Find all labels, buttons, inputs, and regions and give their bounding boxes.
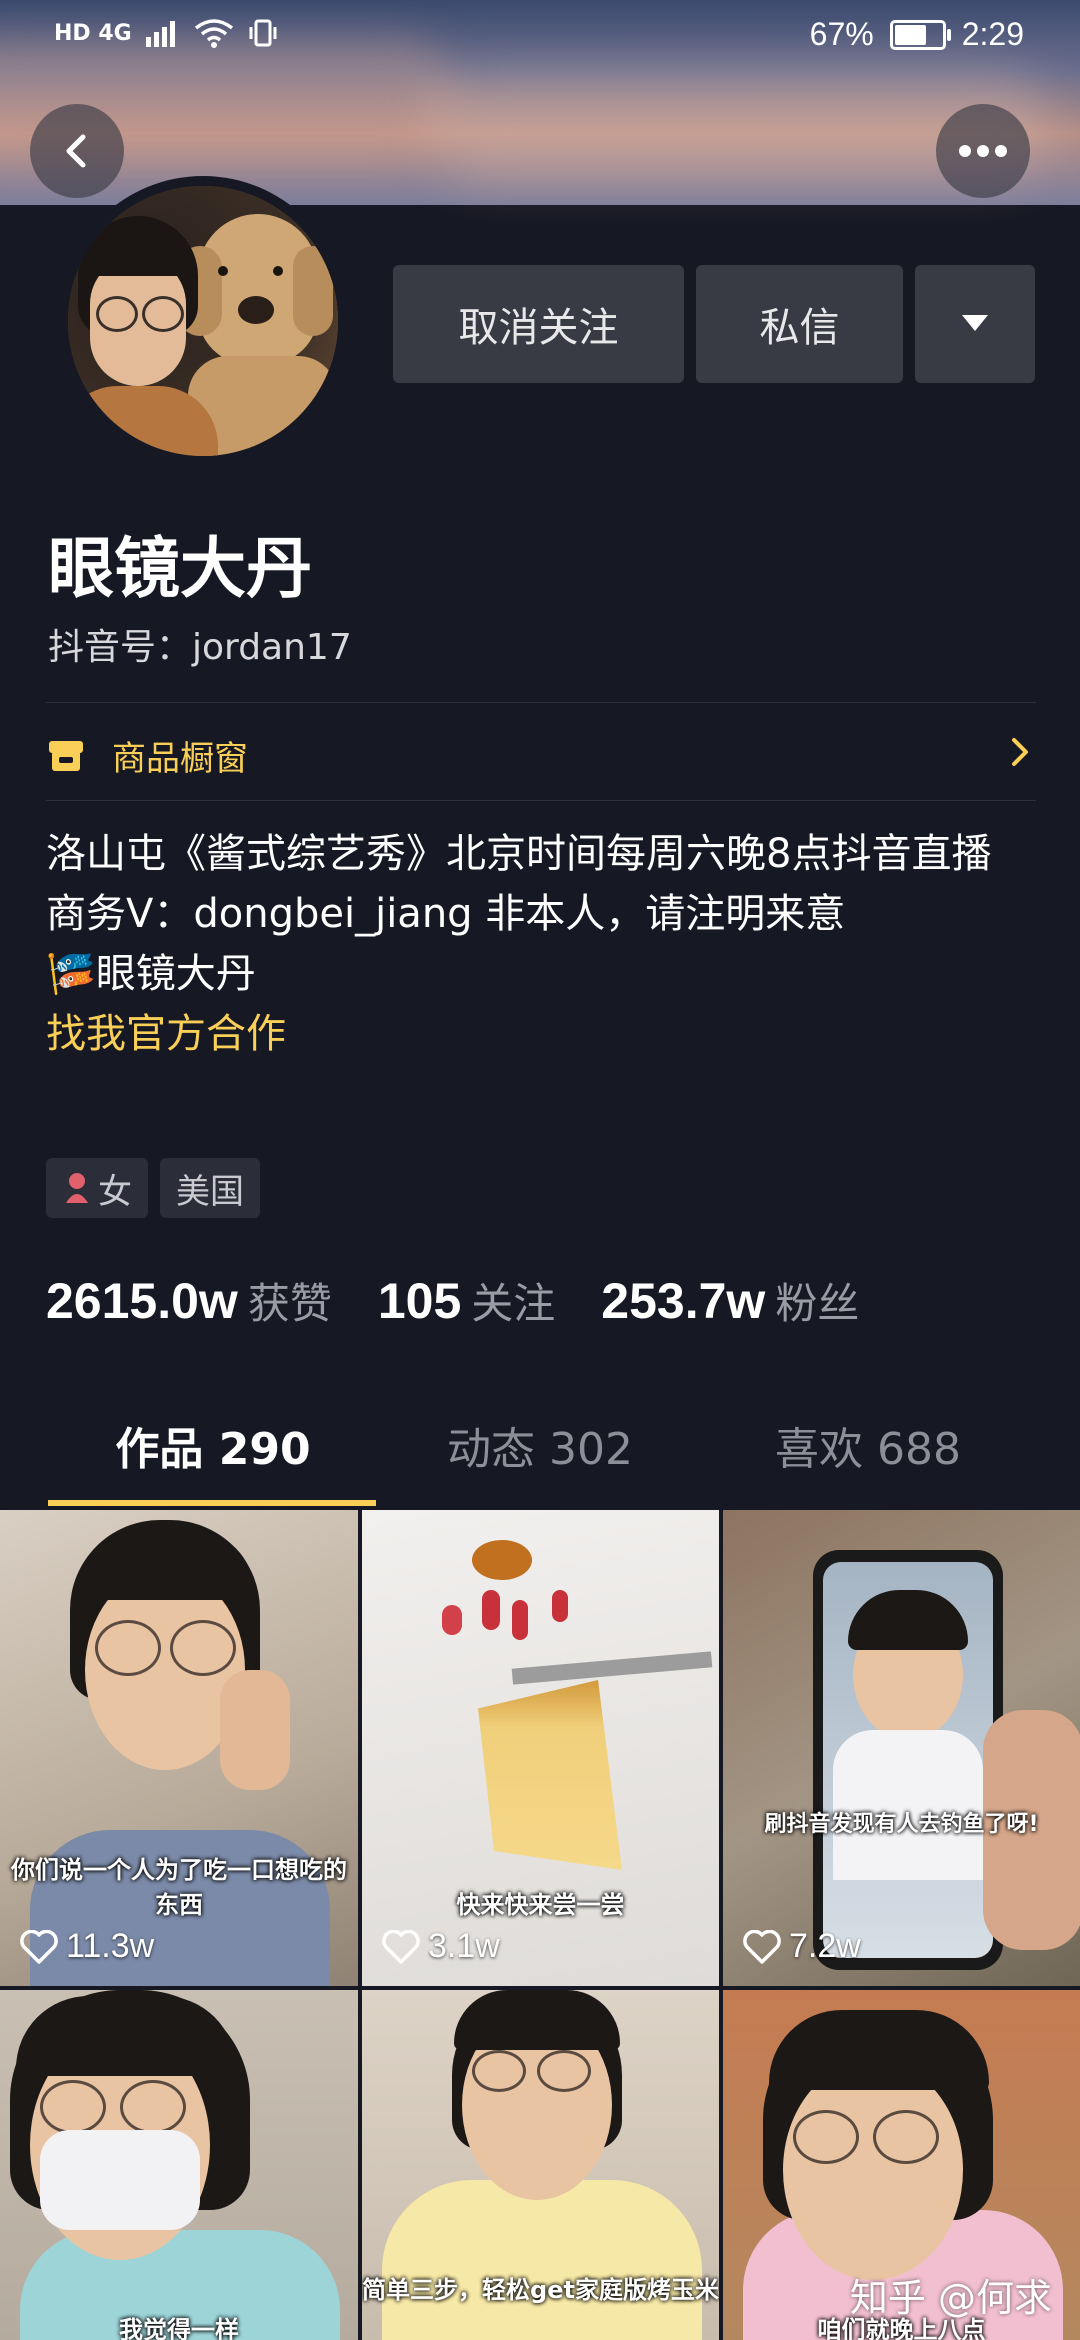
- tab-works[interactable]: 作品 290: [48, 1405, 378, 1495]
- video-likes: 3.1w: [382, 1927, 500, 1966]
- avatar[interactable]: [58, 176, 348, 466]
- video-thumbnail[interactable]: 简单三步，轻松get家庭版烤玉米: [362, 1990, 719, 2340]
- profile-name: 眼镜大丹: [48, 530, 312, 607]
- video-thumbnail[interactable]: 刷抖音发现有人去钓鱼了呀! 7.2w: [723, 1510, 1080, 1986]
- chevron-left-icon: [66, 134, 86, 168]
- divider: [46, 800, 1036, 801]
- bio: 洛山屯《酱式综艺秀》北京时间每周六晚8点抖音直播 商务V：dongbei_jia…: [46, 824, 1046, 1064]
- bio-line-3: 🎏眼镜大丹: [46, 951, 256, 997]
- following-label[interactable]: 关注: [471, 1270, 555, 1331]
- watermark: 知乎 @何求: [849, 2276, 1052, 2320]
- profile-tags: 女 美国: [46, 1158, 260, 1218]
- heart-icon: [20, 1929, 58, 1964]
- more-button[interactable]: [936, 104, 1030, 198]
- scarf-emoji: 🎏: [46, 951, 96, 997]
- shop-window-row[interactable]: 商品橱窗: [46, 712, 1036, 798]
- signal-icon: [145, 21, 175, 47]
- heart-icon: [743, 1929, 781, 1964]
- more-dots-icon: [959, 145, 1007, 157]
- video-caption: 快来快来尝一尝: [456, 1891, 625, 1919]
- message-button[interactable]: 私信: [696, 265, 903, 383]
- likes-label: 获赞: [247, 1279, 332, 1328]
- chevron-right-icon: [1010, 733, 1030, 777]
- official-cooperation-link[interactable]: 找我官方合作: [46, 1004, 1046, 1064]
- status-bar: HD 4G 67% 2:29: [0, 0, 1080, 72]
- video-caption: 你们说一个人为了吃一口想吃的东西: [11, 1856, 347, 1919]
- gender-tag: 女: [46, 1158, 148, 1218]
- wifi-icon: [194, 19, 233, 48]
- battery-icon: [889, 19, 951, 50]
- video-thumbnail[interactable]: 快来快来尝一尝 3.1w: [362, 1510, 719, 1986]
- message-label: 私信: [759, 305, 840, 351]
- divider: [46, 702, 1036, 703]
- unfollow-button[interactable]: 取消关注: [393, 265, 684, 383]
- video-caption: 简单三步，轻松get家庭版烤玉米: [362, 2276, 719, 2304]
- back-button[interactable]: [30, 104, 124, 198]
- video-caption: 刷抖音发现有人去钓鱼了呀!: [764, 1812, 1039, 1837]
- triangle-down-icon: [962, 315, 988, 331]
- video-likes: 11.3w: [20, 1927, 154, 1966]
- network-indicator: HD 4G: [54, 20, 132, 46]
- douyin-id: 抖音号：jordan17: [48, 627, 352, 668]
- followers-count[interactable]: 253.7w: [601, 1272, 765, 1330]
- location-tag: 美国: [160, 1158, 260, 1218]
- video-likes: 7.2w: [743, 1927, 861, 1966]
- heart-icon: [382, 1929, 420, 1964]
- tab-underline: [48, 1500, 376, 1506]
- video-thumbnail[interactable]: 我觉得一样: [0, 1990, 358, 2340]
- following-count[interactable]: 105: [378, 1272, 461, 1330]
- profile-stats: 2615.0w 获赞 105 关注 253.7w 粉丝: [46, 1270, 859, 1331]
- followers-label[interactable]: 粉丝: [775, 1270, 859, 1331]
- vibrate-icon: [249, 19, 277, 47]
- shop-window-label: 商品橱窗: [112, 738, 248, 779]
- shop-icon: [49, 741, 83, 771]
- video-thumbnail[interactable]: 你们说一个人为了吃一口想吃的东西 11.3w: [0, 1510, 358, 1986]
- content-tabs: 作品 290 动态 302 喜欢 688: [0, 1405, 1080, 1505]
- female-icon: [66, 1173, 88, 1203]
- recommend-dropdown-button[interactable]: [915, 265, 1035, 383]
- battery-percent: 67%: [809, 16, 874, 52]
- unfollow-label: 取消关注: [458, 305, 619, 351]
- bio-line-1: 洛山屯《酱式综艺秀》北京时间每周六晚8点抖音直播: [46, 831, 992, 877]
- likes-count: 2615.0w: [46, 1273, 238, 1329]
- video-caption: 我觉得一样: [119, 2316, 239, 2340]
- tab-likes[interactable]: 喜欢 688: [703, 1405, 1033, 1495]
- tab-moments[interactable]: 动态 302: [375, 1405, 705, 1495]
- bio-line-2: 商务V：dongbei_jiang 非本人，请注明来意: [46, 891, 846, 937]
- clock: 2:29: [961, 16, 1024, 52]
